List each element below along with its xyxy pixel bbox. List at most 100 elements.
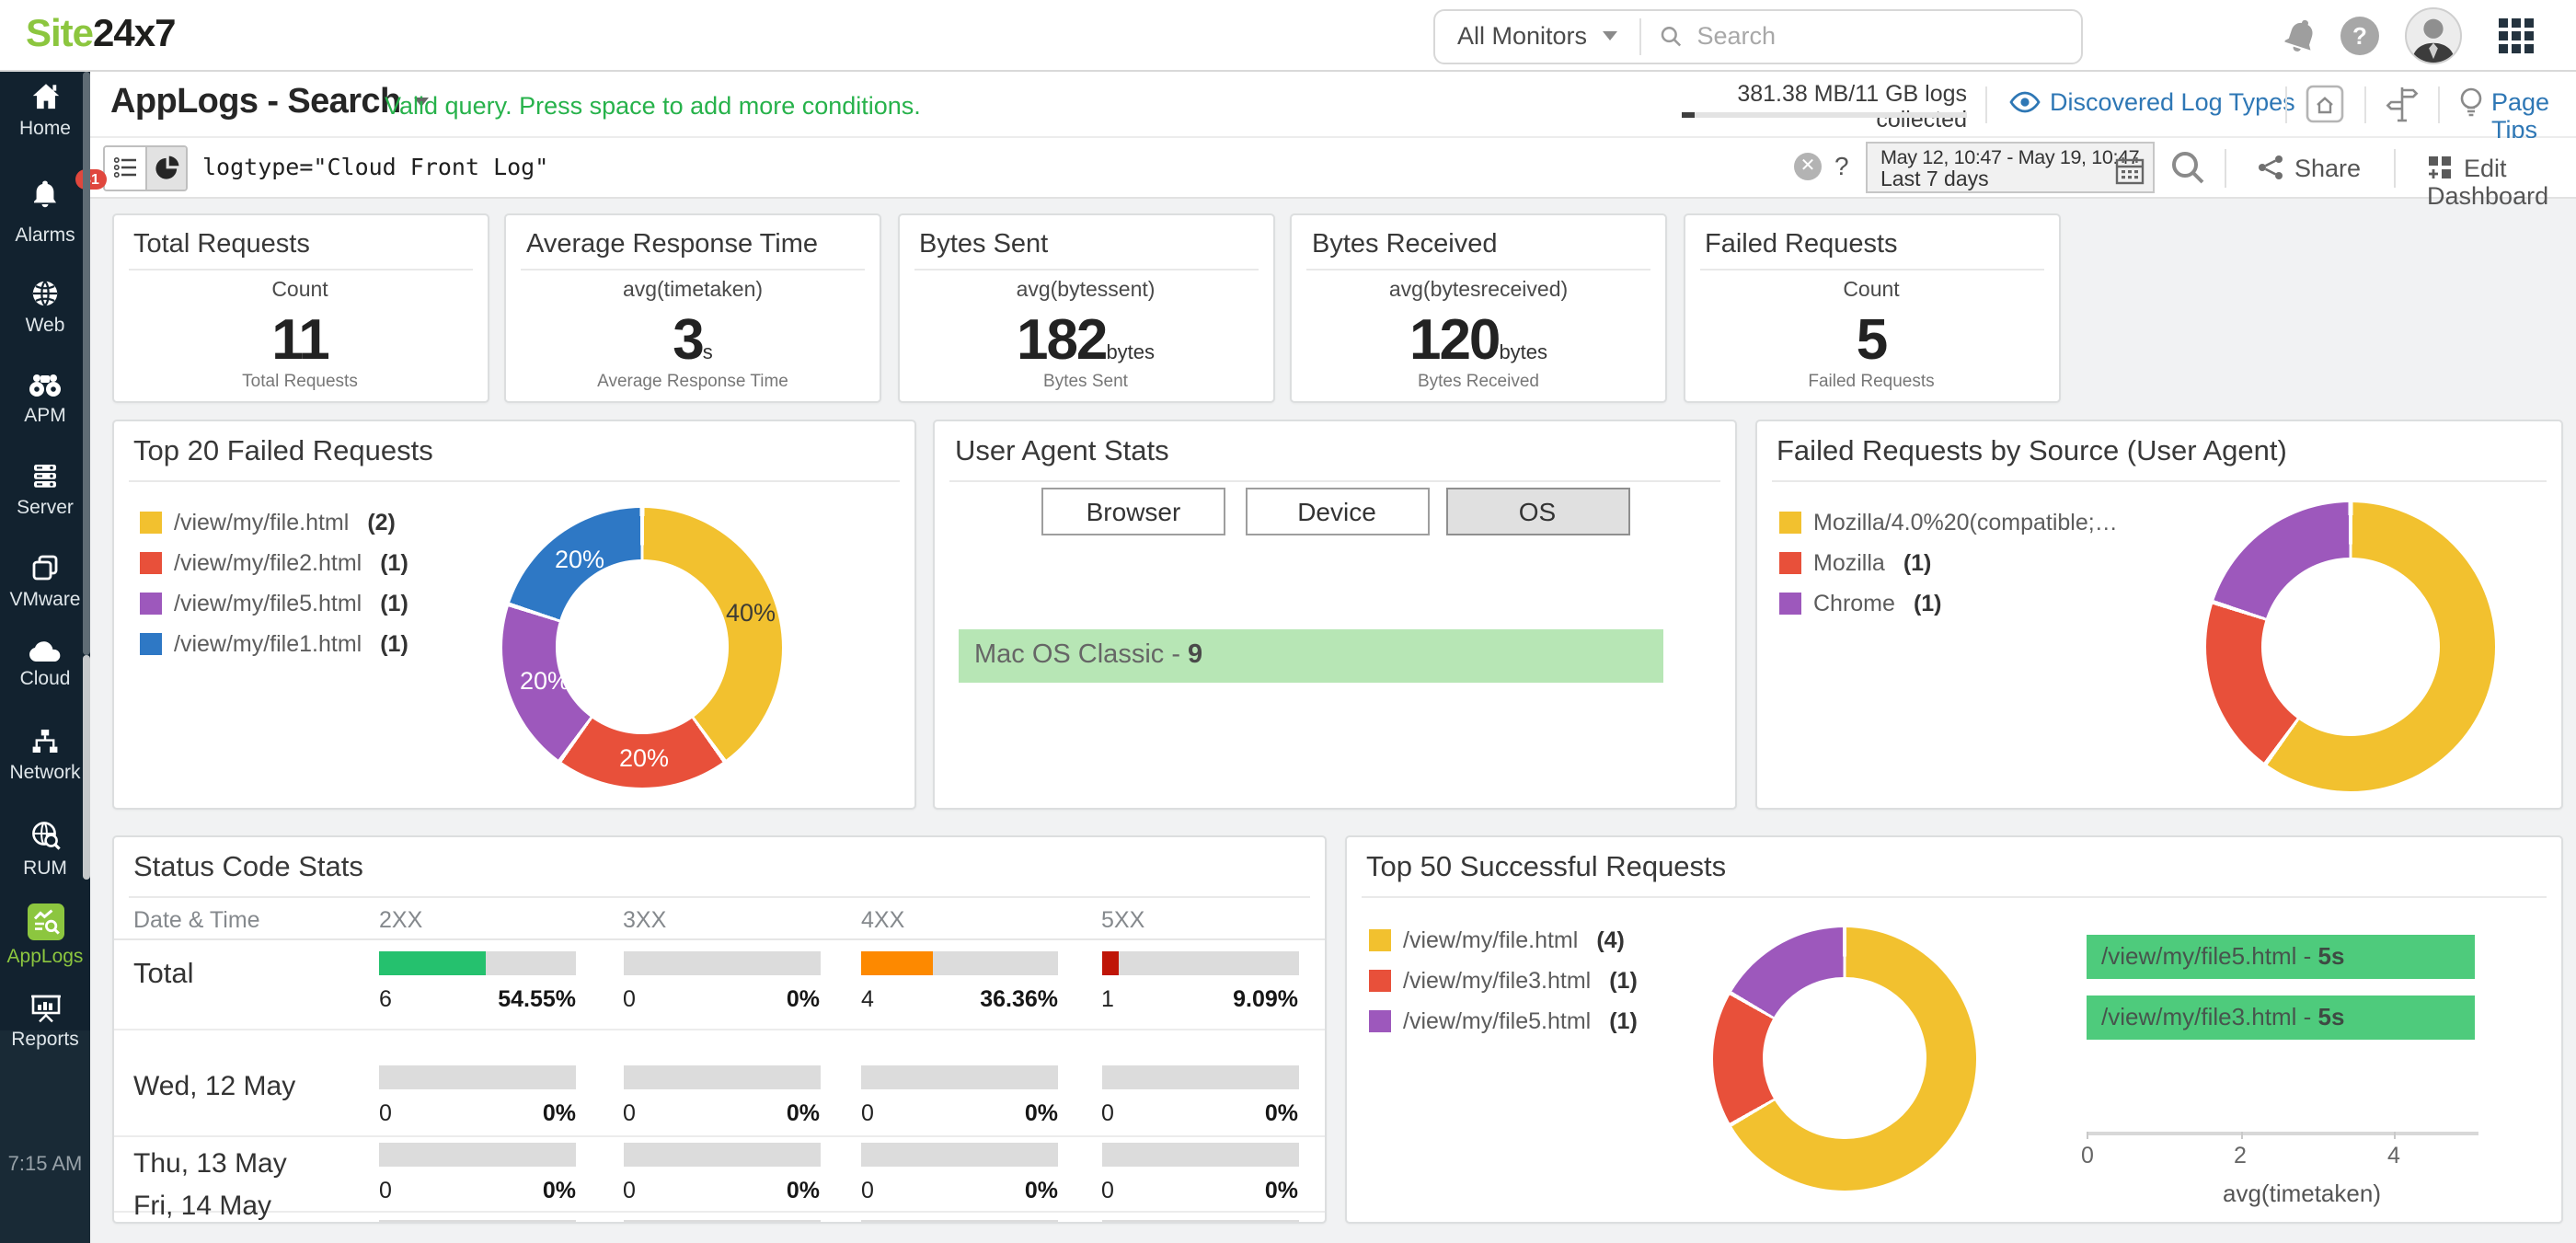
alarm-count-badge: 31 (75, 169, 107, 190)
legend-item[interactable]: Mozilla/4.0%20(compatible;%20M… (1778, 510, 2126, 535)
successful-requests-donut-chart[interactable] (1713, 926, 1976, 1190)
sidebar-item-web[interactable]: Web (0, 278, 90, 337)
share-button[interactable]: Share (2258, 154, 2361, 181)
notification-bell-icon[interactable] (2282, 17, 2320, 55)
query-input[interactable]: logtype="Cloud Front Log" (202, 152, 548, 179)
help-icon[interactable]: ? (2340, 17, 2379, 55)
legend-item[interactable]: /view/my/file.html (4) (1368, 926, 1625, 952)
legend-swatch (139, 512, 161, 534)
run-search-icon[interactable] (2169, 148, 2206, 185)
eye-icon (2009, 91, 2041, 113)
search-input-wrap (1640, 22, 2081, 50)
status-bar-4xx (861, 1143, 1058, 1167)
monitor-scope-label: All Monitors (1457, 22, 1588, 50)
tab-os[interactable]: OS (1445, 488, 1629, 535)
site24x7-logo[interactable]: Site24x7 (26, 13, 176, 57)
col-header-3xx: 3XX (623, 906, 667, 932)
page-header: AppLogs - Search Valid query. Press spac… (90, 72, 2576, 144)
panel-top20-failed-requests: Top 20 Failed Requests /view/my/file.htm… (111, 419, 915, 809)
sidebar-nav: Home 31 Alarms Web APM Server VMware Clo… (0, 72, 107, 1243)
panel-user-agent-stats: User Agent Stats Browser Device OS Mac O… (933, 419, 1737, 809)
query-help-icon[interactable]: ? (1834, 150, 1849, 179)
page-title-dropdown[interactable]: AppLogs - Search (110, 83, 429, 123)
stat-card-bytes-sent: Bytes Sent avg(bytessent) 182bytes Bytes… (897, 213, 1274, 402)
sidebar-item-vmware[interactable]: VMware (0, 552, 90, 611)
list-icon (113, 157, 135, 178)
sidebar-item-reports[interactable]: Reports (0, 992, 90, 1051)
card-metric: Count (271, 280, 328, 302)
chart-view-button[interactable] (145, 146, 186, 189)
stat-card-total-requests: Total Requests Count 11 Total Requests (111, 213, 489, 402)
sidebar-item-applogs[interactable]: AppLogs (0, 903, 90, 968)
col-header-date: Date & Time (133, 906, 260, 932)
os-stat-bar[interactable]: Mac OS Classic - 9 (958, 629, 1662, 682)
legend-item[interactable]: Mozilla (1) (1778, 550, 1931, 576)
x-tick-4: 4 (2387, 1142, 2400, 1168)
status-bar-5xx (1101, 1220, 1298, 1223)
sidebar-scrollbar-track[interactable] (83, 655, 89, 880)
edit-dashboard-button[interactable]: Edit Dashboard (2427, 154, 2576, 209)
default-dashboard-icon[interactable] (2306, 85, 2344, 123)
panel-top50-successful-requests: Top 50 Successful Requests /view/my/file… (1344, 834, 2562, 1224)
tab-browser[interactable]: Browser (1041, 488, 1225, 535)
list-view-button[interactable] (105, 146, 145, 189)
panel-status-code-stats: Status Code Stats Date & Time 2XX 3XX 4X… (111, 834, 1326, 1224)
legend-item[interactable]: /view/my/file3.html (1) (1368, 967, 1638, 993)
date-range-text: May 12, 10:47 - May 19, 10:47 (1880, 146, 2140, 168)
card-title: Failed Requests (1705, 230, 1898, 259)
card-metric: avg(timetaken) (622, 280, 764, 302)
sidebar-item-label: VMware (9, 589, 81, 611)
share-label: Share (2294, 154, 2362, 181)
pie-chart-icon (155, 155, 178, 179)
home-icon (31, 84, 59, 109)
monitor-scope-dropdown[interactable]: All Monitors (1435, 22, 1639, 50)
card-value: 5 (1856, 307, 1889, 372)
global-search-input[interactable] (1696, 22, 2063, 50)
date-range-picker[interactable]: May 12, 10:47 - May 19, 10:47 Last 7 day… (1866, 142, 2155, 193)
lightbulb-icon (2460, 87, 2482, 117)
legend-swatch (1368, 1009, 1390, 1031)
status-bar-4xx (861, 1065, 1058, 1089)
query-status-message: Valid query. Press space to add more con… (385, 92, 921, 120)
legend-item[interactable]: /view/my/file2.html (1) (139, 550, 408, 576)
sidebar-item-label: Server (17, 497, 74, 519)
edit-dashboard-icon (2429, 155, 2451, 178)
logo-text-dark: 24x7 (93, 13, 176, 55)
legend-item[interactable]: /view/my/file5.html (1) (139, 591, 408, 616)
legend-swatch (139, 593, 161, 615)
clear-query-icon[interactable]: ✕ (1794, 153, 1822, 180)
failed-by-source-donut-chart[interactable] (2206, 502, 2495, 792)
apps-grid-icon[interactable] (2499, 18, 2534, 53)
user-avatar[interactable] (2405, 7, 2462, 64)
sidebar-item-alarms[interactable]: 31 Alarms (0, 169, 107, 247)
sidebar-item-apm[interactable]: APM (0, 372, 90, 427)
signpost-icon[interactable] (2385, 85, 2420, 123)
view-mode-toggle (103, 144, 188, 190)
legend-item[interactable]: /view/my/file.html (2) (139, 510, 396, 535)
sidebar-item-rum[interactable]: RUM (0, 819, 90, 880)
legend-item[interactable]: /view/my/file5.html (1) (1368, 1007, 1638, 1033)
sidebar-item-label: Home (18, 118, 71, 140)
hbar-file3[interactable]: /view/my/file3.html - 5s (2087, 996, 2475, 1040)
tab-device[interactable]: Device (1245, 488, 1429, 535)
sidebar-item-home[interactable]: Home (0, 81, 90, 140)
calendar-icon (2115, 157, 2145, 185)
legend-item[interactable]: Chrome (1) (1778, 591, 1942, 616)
log-usage-text: 381.38 MB/11 GB logs collected (1737, 81, 1967, 132)
cloud-icon (29, 641, 61, 662)
avatar-person-icon (2411, 18, 2455, 63)
sidebar-item-label: Cloud (19, 668, 71, 690)
legend-item[interactable]: /view/my/file1.html (1) (139, 631, 408, 657)
sidebar-scrollbar-thumb[interactable] (83, 72, 89, 655)
status-bar-2xx (379, 1220, 576, 1223)
sidebar-item-label: Alarms (15, 224, 75, 247)
discovered-log-types-link[interactable]: Discovered Log Types (2050, 88, 2295, 116)
page-tips-link[interactable]: Page Tips (2491, 88, 2576, 144)
card-metric: avg(bytesreceived) (1388, 280, 1569, 302)
hbar-file5[interactable]: /view/my/file5.html - 5s (2087, 934, 2475, 978)
vmware-layers-icon (32, 555, 58, 581)
divider (2438, 86, 2440, 123)
sidebar-item-server[interactable]: Server (0, 462, 90, 519)
sidebar-item-cloud[interactable]: Cloud (0, 639, 90, 690)
sidebar-item-network[interactable]: Network (0, 727, 90, 784)
